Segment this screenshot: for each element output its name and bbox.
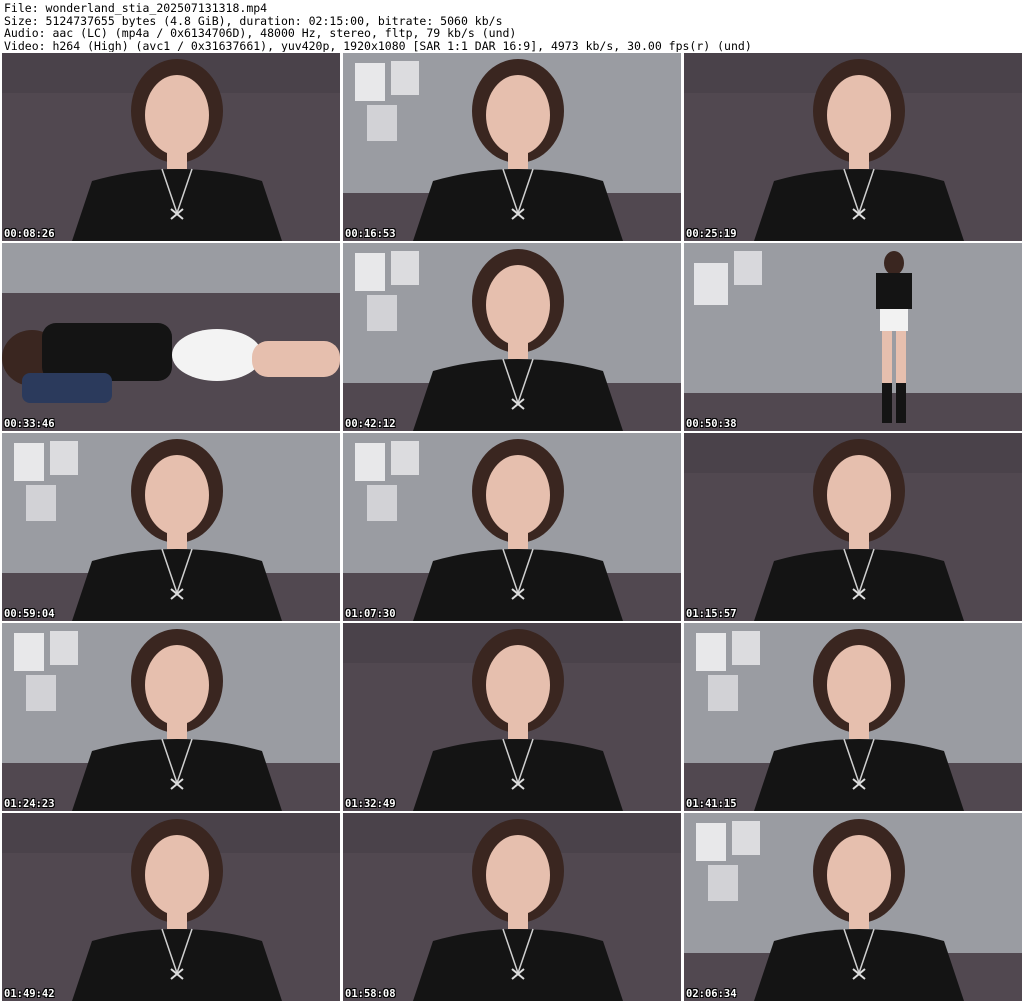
thumbnail-grid: 00:08:26 00:16:53 00:25:19 00:33:46 00:42:12… (2, 53, 1022, 1001)
frame-image (684, 813, 1022, 1001)
frame-image (343, 433, 681, 621)
video-frame-thumbnail: 01:07:30 (343, 433, 681, 621)
frame-timestamp: 01:58:08 (345, 988, 396, 1000)
video-frame-thumbnail: 01:41:15 (684, 623, 1022, 811)
audio-info-line: Audio: aac (LC) (mp4a / 0x6134706D), 480… (4, 27, 517, 40)
video-frame-thumbnail: 00:33:46 (2, 243, 340, 431)
frame-image (343, 813, 681, 1001)
frame-timestamp: 00:08:26 (4, 228, 55, 240)
frame-timestamp: 02:06:34 (686, 988, 737, 1000)
frame-image (2, 813, 340, 1001)
frame-image (2, 243, 340, 431)
video-frame-thumbnail: 00:25:19 (684, 53, 1022, 241)
frame-timestamp: 00:33:46 (4, 418, 55, 430)
frame-timestamp: 01:07:30 (345, 608, 396, 620)
frame-timestamp: 00:42:12 (345, 418, 396, 430)
frame-image (343, 53, 681, 241)
video-frame-thumbnail: 01:49:42 (2, 813, 340, 1001)
file-size-line: Size: 5124737655 bytes (4.8 GiB), durati… (4, 14, 503, 27)
frame-image (2, 623, 340, 811)
frame-image (343, 243, 681, 431)
frame-timestamp: 01:24:23 (4, 798, 55, 810)
frame-image (684, 53, 1022, 241)
video-frame-thumbnail: 00:42:12 (343, 243, 681, 431)
frame-image (343, 623, 681, 811)
video-frame-thumbnail: 00:50:38 (684, 243, 1022, 431)
frame-timestamp: 01:15:57 (686, 608, 737, 620)
frame-timestamp: 00:50:38 (686, 418, 737, 430)
video-frame-thumbnail: 00:16:53 (343, 53, 681, 241)
frame-timestamp: 00:25:19 (686, 228, 737, 240)
file-name-line: File: wonderland_stia_202507131318.mp4 (4, 2, 268, 15)
frame-image (2, 433, 340, 621)
frame-image (684, 243, 1022, 431)
frame-timestamp: 01:41:15 (686, 798, 737, 810)
video-frame-thumbnail: 01:32:49 (343, 623, 681, 811)
frame-timestamp: 01:32:49 (345, 798, 396, 810)
frame-timestamp: 01:49:42 (4, 988, 55, 1000)
video-frame-thumbnail: 01:24:23 (2, 623, 340, 811)
video-frame-thumbnail: 00:59:04 (2, 433, 340, 621)
video-frame-thumbnail: 01:15:57 (684, 433, 1022, 621)
frame-image (684, 433, 1022, 621)
video-frame-thumbnail: 00:08:26 (2, 53, 340, 241)
frame-image (684, 623, 1022, 811)
frame-timestamp: 00:59:04 (4, 608, 55, 620)
file-info-header: File: wonderland_stia_202507131318.mp4 S… (4, 2, 1020, 52)
frame-timestamp: 00:16:53 (345, 228, 396, 240)
video-frame-thumbnail: 01:58:08 (343, 813, 681, 1001)
video-frame-thumbnail: 02:06:34 (684, 813, 1022, 1001)
frame-image (2, 53, 340, 241)
video-info-line: Video: h264 (High) (avc1 / 0x31637661), … (4, 39, 752, 52)
